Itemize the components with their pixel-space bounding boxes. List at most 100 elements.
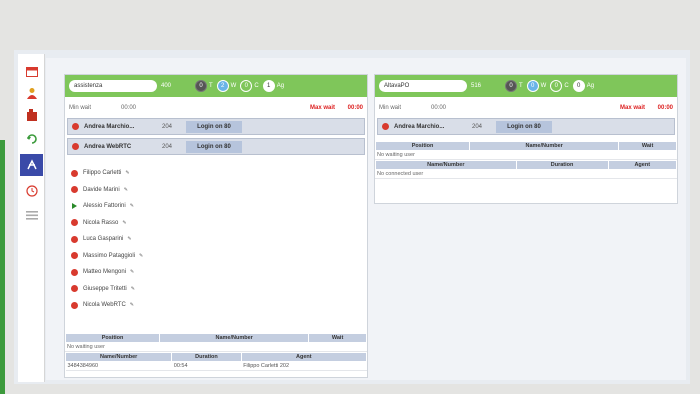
queue-header: AltavaPO 516 0T 0W 0C 0 Ag: [375, 75, 677, 97]
edit-icon[interactable]: ✎: [131, 286, 135, 292]
stat-c: 0C: [240, 80, 259, 92]
table-header: Duration: [171, 352, 242, 362]
table-header: Wait: [308, 333, 367, 343]
status-dot-icon: [71, 301, 78, 309]
table-header: Position: [374, 141, 471, 151]
queue-name[interactable]: AltavaPO: [379, 80, 467, 92]
stat-c-label: C: [564, 83, 569, 89]
status-dot-icon: [72, 123, 79, 130]
stat-ag-label: Ag: [276, 83, 285, 89]
wait-row: Min wait 00:00 Max wait 00:00: [65, 101, 367, 115]
max-wait-label: Max wait: [619, 105, 645, 111]
min-wait-value: 00:00: [431, 105, 447, 111]
list-item[interactable]: Davide Marini ✎: [71, 182, 367, 199]
max-wait-label: Max wait: [309, 105, 335, 111]
stat-w-value: 2: [216, 80, 229, 92]
list-item[interactable]: Luca Gasparini ✎: [71, 231, 367, 248]
stat-ag: 0 Ag: [572, 80, 595, 92]
agent-name: Andrea Marchio...: [394, 123, 445, 130]
table-header: Agent: [240, 352, 368, 362]
agent-ext: 204: [162, 143, 173, 150]
edit-icon[interactable]: ✎: [130, 269, 134, 275]
login-button[interactable]: Login on 80: [186, 120, 242, 133]
list-item[interactable]: Giuseppe Tritetti ✎: [71, 281, 367, 298]
agent-ext: 204: [162, 123, 173, 130]
phone-transfer-icon[interactable]: [20, 128, 43, 150]
user-icon[interactable]: [20, 82, 43, 104]
stat-c-label: C: [254, 83, 259, 89]
member-list: Filippo Carletti ✎ Davide Marini ✎ Alessio…: [65, 165, 367, 314]
connected-table: Name/Number Duration Agent 3484384960 00…: [64, 352, 368, 371]
member-name: Nicola WebRTC: [83, 302, 126, 309]
edit-icon[interactable]: ✎: [139, 253, 143, 259]
table-header: Agent: [607, 160, 677, 170]
status-dot-icon: [382, 123, 389, 130]
min-wait-label: Min wait: [69, 105, 92, 111]
list-item[interactable]: Matteo Mengoni ✎: [71, 264, 367, 281]
agent-ext: 204: [472, 123, 483, 130]
status-dot-icon: [71, 219, 78, 227]
connected-table: Name/Number Duration Agent: [375, 160, 677, 170]
stat-t: 0T: [195, 80, 213, 92]
table-header: Position: [64, 333, 161, 343]
agent-name: Andrea Marchio...: [84, 123, 135, 130]
sidebar: [18, 54, 45, 382]
waiting-table: Position Name/Number Wait: [64, 333, 367, 343]
status-dot-icon: [71, 285, 78, 293]
edit-icon[interactable]: ✎: [122, 220, 126, 226]
min-wait-value: 00:00: [121, 105, 137, 111]
queue-tables: Position Name/Number Wait No waiting use…: [64, 333, 368, 371]
clock-icon[interactable]: [20, 180, 43, 202]
table-row: 3484384960 00:54 Filippo Carletti 202: [65, 361, 367, 371]
queue-panel-altavapo: AltavaPO 516 0T 0W 0C 0 Ag Min wait 00:00…: [374, 74, 678, 204]
table-cell: 3484384960: [65, 361, 172, 371]
stat-w: 0W: [526, 80, 546, 92]
calendar-icon[interactable]: [20, 60, 43, 82]
list-item[interactable]: Nicola WebRTC ✎: [71, 297, 367, 314]
connected-note: No connected user: [375, 170, 677, 179]
edit-icon[interactable]: ✎: [130, 203, 134, 209]
list-icon[interactable]: [20, 204, 43, 226]
status-dot-icon: [71, 268, 78, 276]
table-cell: Filippo Carletti 202: [241, 361, 367, 371]
queue-panel-assistenza: assistenza 400 0T 2W 0C 1 Ag Min wait 00:…: [64, 74, 368, 378]
stat-t-label: T: [519, 83, 523, 89]
table-header: Name/Number: [159, 333, 310, 343]
waiting-note: No waiting user: [65, 343, 367, 352]
login-button[interactable]: Login on 80: [496, 120, 552, 133]
status-dot-icon: [71, 252, 78, 260]
stat-w-label: W: [230, 83, 237, 89]
queue-icon[interactable]: [20, 154, 43, 176]
edit-icon[interactable]: ✎: [125, 170, 129, 176]
status-dot-icon: [71, 186, 78, 194]
agent-row: Andrea Marchio... 204 Login on 80: [377, 118, 675, 135]
list-item[interactable]: Massimo Pataggioli ✎: [71, 248, 367, 265]
waiting-table: Position Name/Number Wait: [374, 141, 677, 151]
queue-count: 400: [161, 83, 172, 89]
queue-name[interactable]: assistenza: [69, 80, 157, 92]
member-name: Matteo Mengoni: [83, 269, 127, 276]
list-item[interactable]: Filippo Carletti ✎: [71, 165, 367, 182]
status-dot-icon: [71, 235, 78, 243]
status-dot-icon: [71, 169, 78, 177]
stat-c: 0C: [550, 80, 569, 92]
stat-ag-label: Ag: [586, 83, 595, 89]
member-name: Filippo Carletti: [83, 170, 122, 177]
green-edge: [0, 140, 5, 394]
queue-count: 516: [471, 83, 482, 89]
table-header: Name/Number: [469, 141, 620, 151]
edit-icon[interactable]: ✎: [130, 302, 134, 308]
list-item[interactable]: Nicola Rasso ✎: [71, 215, 367, 232]
building-icon[interactable]: [20, 104, 43, 126]
max-wait-value: 00:00: [347, 105, 363, 111]
member-name: Massimo Pataggioli: [83, 252, 136, 259]
list-item[interactable]: Alessio Fattorini ✎: [71, 198, 367, 215]
edit-icon[interactable]: ✎: [127, 236, 131, 242]
edit-icon[interactable]: ✎: [124, 187, 128, 193]
wait-row: Min wait 00:00 Max wait 00:00: [375, 101, 677, 115]
table-header: Name/Number: [64, 352, 173, 362]
max-wait-value: 00:00: [657, 105, 673, 111]
agent-row: Andrea Marchio... 204 Login on 80: [67, 118, 365, 135]
stat-ag-value: 1: [262, 80, 275, 92]
login-button[interactable]: Login on 80: [186, 140, 242, 153]
